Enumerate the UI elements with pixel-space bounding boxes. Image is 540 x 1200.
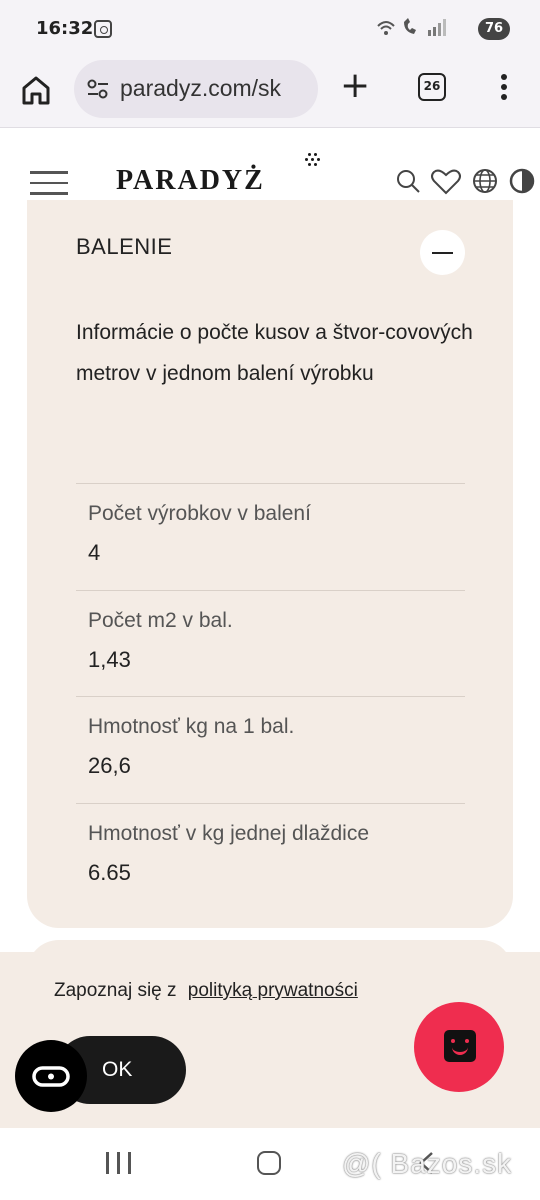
status-time: 16:32	[36, 18, 94, 39]
spec-value: 26,6	[88, 753, 131, 778]
new-tab-button[interactable]: +	[340, 68, 370, 104]
section-title[interactable]: BALENIE	[76, 234, 172, 260]
section-description: Informácie o počte kusov a štvor-covovýc…	[76, 321, 473, 385]
spec-label: Hmotnosť kg na 1 bal.	[88, 715, 295, 738]
home-icon[interactable]	[18, 72, 54, 108]
cookie-message: Zapoznaj się z	[54, 980, 177, 1001]
spec-value: 6.65	[88, 859, 131, 885]
url-text[interactable]: paradyz.com/sk	[120, 75, 281, 102]
signal-icon	[374, 18, 454, 42]
watermark: @( Bazos.sk	[342, 1148, 513, 1179]
spec-label: Hmotnosť v kg jednej dlaždice	[88, 821, 370, 845]
recent-apps-icon[interactable]	[106, 1152, 132, 1174]
spec-row: Hmotnosť kg na 1 bal. 26,6	[76, 696, 465, 803]
home-nav-icon[interactable]	[257, 1151, 281, 1175]
spec-row: Hmotnosť v kg jednej dlaždice 6.65	[76, 802, 465, 910]
spec-row: Počet m2 v bal. 1,43	[76, 589, 465, 697]
spec-value: 4	[88, 540, 101, 565]
search-icon[interactable]	[394, 167, 422, 195]
spec-list: Počet výrobkov v balení 4 Počet m2 v bal…	[76, 483, 465, 909]
site-settings-icon[interactable]	[86, 78, 110, 100]
spec-value: 1,43	[88, 646, 131, 672]
spec-label: Počet výrobkov v balení	[88, 502, 311, 525]
url-bar[interactable]: paradyz.com/sk	[74, 60, 318, 118]
site-logo[interactable]: PARADYŻ	[116, 165, 265, 197]
privacy-policy-link[interactable]: polityką prywatności	[188, 980, 358, 1001]
logo-dots-icon	[305, 153, 320, 167]
heart-icon[interactable]	[430, 167, 462, 195]
collapse-button[interactable]	[420, 230, 465, 275]
spec-label: Počet m2 v bal.	[88, 608, 233, 632]
browser-menu-icon[interactable]	[496, 74, 512, 104]
cookie-text: Zapoznaj się z polityką prywatności	[54, 980, 358, 1002]
battery-badge: 76	[478, 18, 510, 40]
chat-bot-icon	[444, 1030, 476, 1062]
tab-switcher-button[interactable]: 26	[418, 73, 446, 101]
screen-record-icon	[94, 20, 112, 38]
chat-button[interactable]	[414, 1002, 504, 1092]
contrast-icon[interactable]	[508, 167, 536, 195]
status-bar: 16:32 76	[0, 0, 540, 56]
browser-toolbar: paradyz.com/sk + 26	[0, 56, 540, 128]
accessibility-button[interactable]	[15, 1040, 87, 1112]
spec-row: Počet výrobkov v balení 4	[76, 483, 465, 590]
globe-icon[interactable]	[471, 167, 499, 195]
hamburger-menu-icon[interactable]	[30, 171, 68, 195]
